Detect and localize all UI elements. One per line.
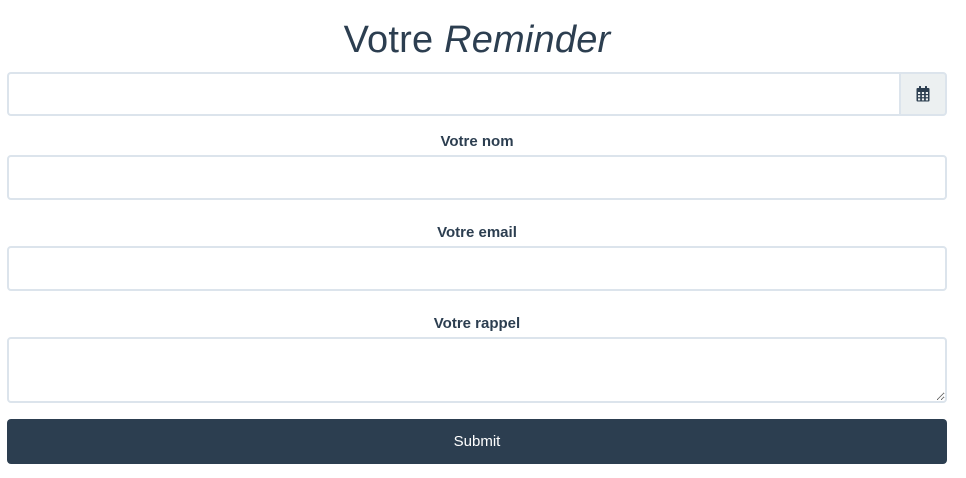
page-title-plain: Votre — [343, 19, 434, 61]
page-title: Votre Reminder — [7, 0, 947, 72]
calendar-icon — [916, 86, 930, 102]
page-title-italic: Reminder — [444, 19, 611, 61]
date-picker-group — [7, 72, 947, 116]
name-input[interactable] — [7, 155, 947, 200]
date-picker-button[interactable] — [899, 72, 947, 116]
date-input[interactable] — [7, 72, 899, 116]
name-label: Votre nom — [440, 133, 514, 150]
email-label: Votre email — [437, 224, 517, 241]
reminder-textarea[interactable] — [7, 337, 947, 403]
email-input[interactable] — [7, 246, 947, 291]
reminder-label: Votre rappel — [433, 315, 521, 332]
reminder-form-page: Votre Reminder Votre nom Votre email Vot… — [7, 0, 947, 464]
submit-button[interactable]: Submit — [7, 419, 947, 464]
